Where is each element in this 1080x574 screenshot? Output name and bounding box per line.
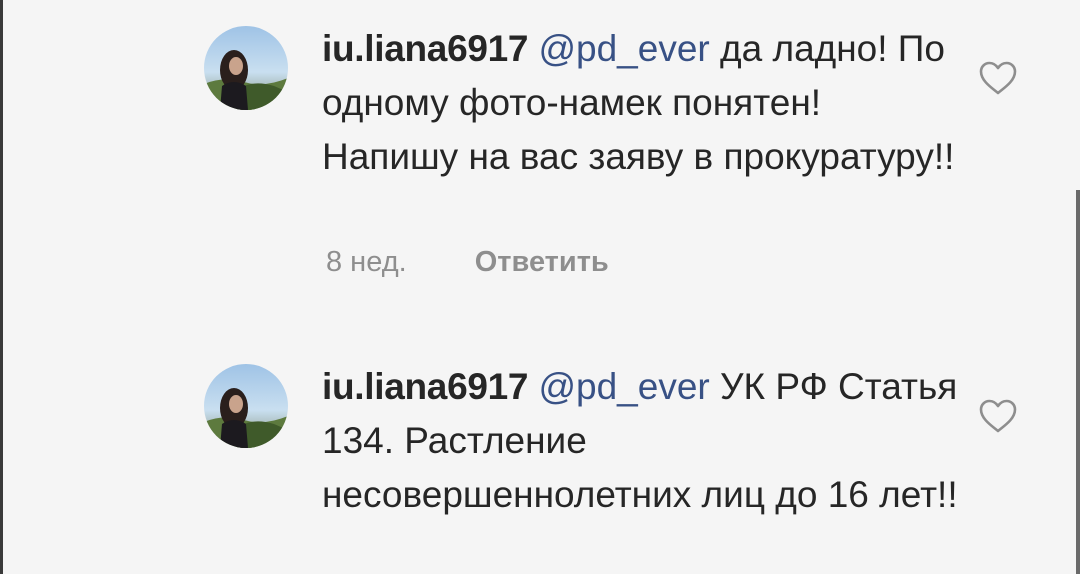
heart-outline-icon [979,399,1017,433]
comment-timestamp: 8 нед. [326,246,407,278]
profile-photo-icon [204,26,288,110]
avatar[interactable] [204,364,288,448]
comment-text: iu.liana6917 @pd_ever УК РФ Статья 134. … [322,360,962,522]
comment-item: iu.liana6917 @pd_ever да ладно! По одном… [0,0,1080,300]
comment-text: iu.liana6917 @pd_ever да ладно! По одном… [322,22,962,184]
heart-outline-icon [979,61,1017,95]
comment-item: iu.liana6917 @pd_ever УК РФ Статья 134. … [0,340,1080,574]
reply-button[interactable]: Ответить [475,242,609,282]
comment-username[interactable]: iu.liana6917 [322,366,528,407]
comment-mention[interactable]: @pd_ever [538,28,709,69]
profile-photo-icon [204,364,288,448]
comment-mention[interactable]: @pd_ever [538,366,709,407]
avatar[interactable] [204,26,288,110]
comment-meta: 8 нед. Ответить [326,242,609,282]
comment-username[interactable]: iu.liana6917 [322,28,528,69]
like-button[interactable] [978,398,1018,434]
like-button[interactable] [978,60,1018,96]
